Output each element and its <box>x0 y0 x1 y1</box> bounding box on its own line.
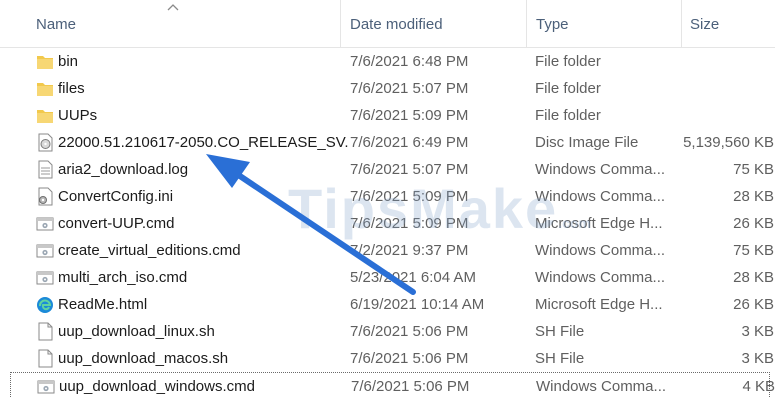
file-date-modified: 6/19/2021 10:14 AM <box>350 296 485 313</box>
file-date-modified: 5/23/2021 6:04 AM <box>350 269 476 286</box>
file-row[interactable]: aria2_download.log 7/6/2021 5:07 PM Window… <box>28 156 775 183</box>
file-row[interactable]: uup_download_windows.cmd 7/6/2021 5:06 PM… <box>10 372 775 398</box>
file-date-modified: 7/6/2021 5:07 PM <box>350 161 469 178</box>
file-date-modified: 7/6/2021 5:09 PM <box>350 188 469 205</box>
file-size: 3 KB <box>741 323 774 340</box>
file-row[interactable]: uup_download_macos.sh 7/6/2021 5:06 PM SH … <box>28 345 775 372</box>
file-name: multi_arch_iso.cmd <box>58 269 188 286</box>
column-divider[interactable] <box>681 0 682 48</box>
file-row[interactable]: ConvertConfig.ini 7/6/2021 5:09 PM Windows… <box>28 183 775 210</box>
file-size: 28 KB <box>733 269 774 286</box>
file-size: 26 KB <box>733 215 774 232</box>
file-date-modified: 7/6/2021 6:49 PM <box>350 134 469 151</box>
file-row[interactable]: UUPs 7/6/2021 5:09 PM File folder <box>28 102 775 129</box>
file-name: uup_download_macos.sh <box>58 350 229 367</box>
file-size: 75 KB <box>733 161 774 178</box>
file-size: 3 KB <box>741 350 774 367</box>
file-row[interactable]: 22000.51.210617-2050.CO_RELEASE_SV... 7/6… <box>28 129 775 156</box>
file-name: 22000.51.210617-2050.CO_RELEASE_SV... <box>58 134 348 151</box>
column-divider[interactable] <box>526 0 527 48</box>
text-file-icon <box>36 160 54 179</box>
file-row[interactable]: create_virtual_editions.cmd 7/2/2021 9:37… <box>28 237 775 264</box>
file-name: create_virtual_editions.cmd <box>58 242 241 259</box>
file-size <box>658 75 774 102</box>
file-size: 75 KB <box>733 242 774 259</box>
file-date-modified: 7/6/2021 5:06 PM <box>351 378 470 395</box>
file-date-modified: 7/6/2021 5:07 PM <box>350 80 469 97</box>
column-header: Name Date modified Type Size <box>0 0 775 48</box>
folder-icon <box>36 79 54 98</box>
file-name: ConvertConfig.ini <box>58 188 174 205</box>
cmd-file-icon <box>36 268 54 287</box>
file-date-modified: 7/6/2021 5:06 PM <box>350 350 469 367</box>
file-row[interactable]: convert-UUP.cmd 7/6/2021 5:09 PM Microsoft… <box>28 210 775 237</box>
column-date-modified[interactable]: Date modified <box>350 0 520 48</box>
file-name: uup_download_windows.cmd <box>59 378 255 395</box>
file-row[interactable]: uup_download_linux.sh 7/6/2021 5:06 PM SH … <box>28 318 775 345</box>
blank-file-icon <box>36 349 54 368</box>
folder-icon <box>36 106 54 125</box>
file-name: ReadMe.html <box>58 296 148 313</box>
file-name: aria2_download.log <box>58 161 189 178</box>
file-date-modified: 7/6/2021 5:09 PM <box>350 215 469 232</box>
file-date-modified: 7/6/2021 5:09 PM <box>350 107 469 124</box>
column-size[interactable]: Size <box>690 0 770 48</box>
cmd-file-icon <box>36 241 54 260</box>
file-size <box>658 102 774 129</box>
column-name[interactable]: Name <box>36 0 336 48</box>
folder-icon <box>36 52 54 71</box>
blank-file-icon <box>36 322 54 341</box>
file-date-modified: 7/2/2021 9:37 PM <box>350 242 469 259</box>
cmd-file-icon <box>36 214 54 233</box>
file-size: 5,139,560 KB <box>683 134 774 151</box>
file-row[interactable]: ReadMe.html 6/19/2021 10:14 AM Microsoft E… <box>28 291 775 318</box>
file-size: 4 KB <box>742 378 775 395</box>
file-row[interactable]: multi_arch_iso.cmd 5/23/2021 6:04 AM Windo… <box>28 264 775 291</box>
file-size <box>658 48 774 75</box>
column-divider[interactable] <box>340 0 341 48</box>
column-type[interactable]: Type <box>536 0 676 48</box>
file-row[interactable]: bin 7/6/2021 6:48 PM File folder <box>28 48 775 75</box>
file-size: 26 KB <box>733 296 774 313</box>
file-name: convert-UUP.cmd <box>58 215 175 232</box>
disc-image-icon <box>36 133 54 152</box>
cmd-file-icon <box>37 377 55 396</box>
file-date-modified: 7/6/2021 5:06 PM <box>350 323 469 340</box>
file-name: UUPs <box>58 107 98 124</box>
file-size: 28 KB <box>733 188 774 205</box>
edge-icon <box>36 295 54 314</box>
file-name: uup_download_linux.sh <box>58 323 215 340</box>
file-date-modified: 7/6/2021 6:48 PM <box>350 53 469 70</box>
file-name: files <box>58 80 85 97</box>
file-row[interactable]: files 7/6/2021 5:07 PM File folder <box>28 75 775 102</box>
file-name: bin <box>58 53 79 70</box>
settings-file-icon <box>36 187 54 206</box>
sort-ascending-icon <box>167 4 179 11</box>
